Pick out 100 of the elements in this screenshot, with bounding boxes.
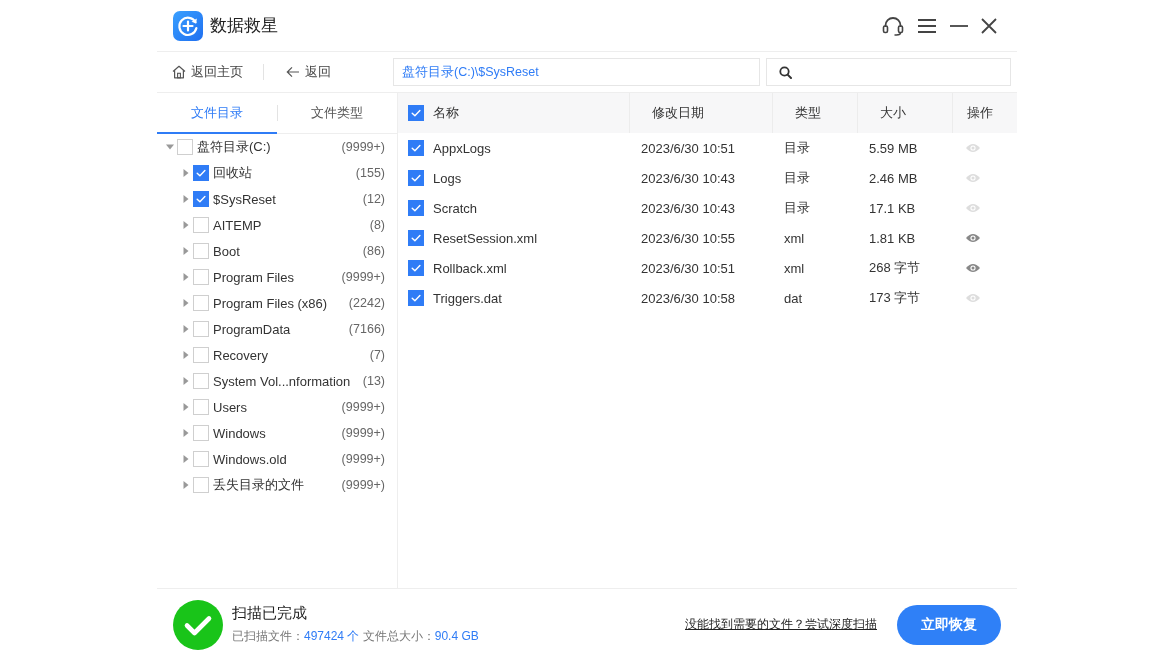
file-name[interactable]: Rollback.xml: [433, 260, 507, 276]
caret-icon[interactable]: [182, 247, 190, 255]
sidebar-tab[interactable]: 文件目录: [157, 93, 277, 134]
menu-icon[interactable]: [917, 17, 937, 34]
table-cell: 17.1 KB: [869, 200, 916, 216]
checkbox[interactable]: [193, 243, 209, 259]
folder-name[interactable]: Program Files: [213, 269, 294, 285]
folder-name[interactable]: 盘符目录(C:): [197, 138, 271, 156]
column-header: 操作: [967, 104, 993, 122]
checkbox[interactable]: [408, 260, 424, 276]
column-header: 名称: [433, 104, 459, 122]
column-header: 类型: [795, 104, 821, 122]
folder-name[interactable]: ProgramData: [213, 321, 291, 337]
headset-icon[interactable]: [882, 15, 904, 36]
item-count: (9999+): [341, 426, 385, 440]
caret-icon[interactable]: [182, 169, 190, 177]
table-cell: 2023/6/30 10:43: [641, 170, 735, 186]
caret-icon[interactable]: [182, 221, 190, 229]
folder-name[interactable]: 回收站: [213, 164, 252, 182]
back-button[interactable]: 返回: [286, 63, 331, 81]
checkbox[interactable]: [408, 200, 424, 216]
scan-status-title: 扫描已完成: [232, 604, 308, 623]
file-name[interactable]: ResetSession.xml: [433, 230, 538, 246]
item-count: (155): [355, 166, 385, 180]
home-button[interactable]: 返回主页: [172, 63, 243, 81]
caret-icon[interactable]: [182, 455, 190, 463]
checkbox[interactable]: [193, 165, 209, 181]
search-field[interactable]: [766, 58, 1011, 86]
table-cell: 2023/6/30 10:58: [641, 290, 735, 306]
table-cell: dat: [784, 290, 803, 306]
table-cell: 268 字节: [869, 259, 921, 277]
checkbox[interactable]: [193, 373, 209, 389]
checkbox[interactable]: [193, 217, 209, 233]
folder-name[interactable]: System Vol...nformation: [213, 373, 351, 389]
caret-icon[interactable]: [182, 481, 190, 489]
table-cell: 1.81 KB: [869, 230, 916, 246]
checkbox[interactable]: [193, 451, 209, 467]
folder-name[interactable]: Users: [213, 399, 247, 415]
caret-icon[interactable]: [182, 299, 190, 307]
recover-button[interactable]: 立即恢复: [897, 604, 1001, 645]
folder-name[interactable]: Windows: [213, 425, 266, 441]
folder-name[interactable]: Windows.old: [213, 451, 287, 467]
checkbox[interactable]: [193, 399, 209, 415]
sidebar-tab[interactable]: 文件类型: [277, 93, 397, 134]
item-count: (12): [362, 192, 385, 206]
minimize-icon[interactable]: [950, 23, 968, 28]
caret-icon[interactable]: [182, 273, 190, 281]
column-header: 大小: [880, 104, 906, 122]
item-count: (9999+): [341, 270, 385, 284]
scan-summary-text: 已扫描文件：497424 个 文件总大小：90.4 GB: [232, 628, 479, 645]
item-count: (7): [369, 348, 385, 362]
path-field[interactable]: 盘符目录(C:)\$SysReset: [393, 58, 760, 86]
eye-icon[interactable]: [966, 263, 980, 273]
caret-icon[interactable]: [182, 377, 190, 385]
column-header: 修改日期: [652, 104, 704, 122]
table-cell: 2023/6/30 10:51: [641, 260, 735, 276]
checkbox[interactable]: [408, 140, 424, 156]
file-name[interactable]: Scratch: [433, 200, 478, 216]
caret-icon[interactable]: [182, 195, 190, 203]
checkbox[interactable]: [193, 425, 209, 441]
checkbox[interactable]: [193, 347, 209, 363]
table-cell: xml: [784, 230, 805, 246]
table-cell: 5.59 MB: [869, 140, 918, 156]
eye-icon[interactable]: [966, 233, 980, 243]
caret-icon[interactable]: [182, 351, 190, 359]
search-icon: [779, 65, 792, 79]
checkbox[interactable]: [408, 170, 424, 186]
item-count: (9999+): [341, 452, 385, 466]
checkbox[interactable]: [408, 105, 424, 121]
logo-icon: [173, 10, 203, 41]
table-cell: 2.46 MB: [869, 170, 918, 186]
close-icon[interactable]: [981, 17, 997, 34]
folder-name[interactable]: Program Files (x86): [213, 295, 328, 311]
table-cell: 173 字节: [869, 289, 921, 307]
checkbox[interactable]: [408, 230, 424, 246]
item-count: (86): [362, 244, 385, 258]
folder-name[interactable]: Recovery: [213, 347, 268, 363]
deep-scan-link[interactable]: 没能找到需要的文件？尝试深度扫描: [685, 616, 877, 633]
table-cell: 目录: [784, 169, 810, 187]
folder-name[interactable]: 丢失目录的文件: [213, 476, 304, 494]
checkbox[interactable]: [193, 269, 209, 285]
folder-name[interactable]: $SysReset: [213, 191, 276, 207]
item-count: (7166): [348, 322, 385, 336]
checkbox[interactable]: [193, 295, 209, 311]
item-count: (9999+): [341, 478, 385, 492]
checkbox[interactable]: [177, 139, 193, 155]
caret-icon[interactable]: [182, 403, 190, 411]
checkbox[interactable]: [408, 290, 424, 306]
file-name[interactable]: AppxLogs: [433, 140, 491, 156]
folder-name[interactable]: Boot: [213, 243, 240, 259]
checkbox[interactable]: [193, 321, 209, 337]
checkbox[interactable]: [193, 191, 209, 207]
caret-icon[interactable]: [166, 143, 174, 151]
file-name[interactable]: Triggers.dat: [433, 290, 502, 306]
caret-icon[interactable]: [182, 429, 190, 437]
folder-name[interactable]: AITEMP: [213, 217, 262, 233]
file-name[interactable]: Logs: [433, 170, 462, 186]
checkbox[interactable]: [193, 477, 209, 493]
caret-icon[interactable]: [182, 325, 190, 333]
home-icon: [172, 65, 186, 79]
